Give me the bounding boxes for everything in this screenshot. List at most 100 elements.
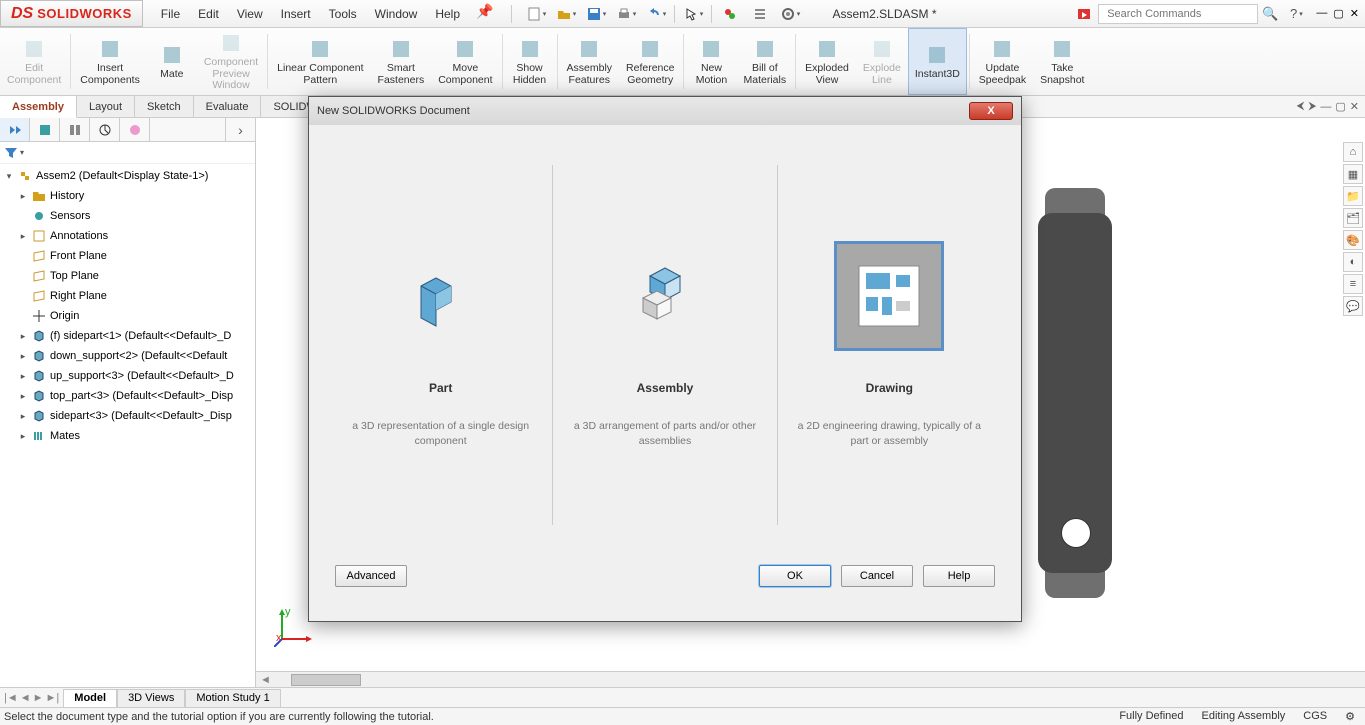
option-assembly[interactable]: Assembly a 3D arrangement of parts and/o… <box>553 135 776 555</box>
save-button[interactable] <box>582 3 610 25</box>
help-button[interactable]: Help <box>923 565 995 587</box>
expand-icon[interactable]: ▸ <box>18 371 28 382</box>
appearances-icon[interactable]: ◐ <box>1343 252 1363 272</box>
tree-item[interactable]: ▸(f) sidepart<1> (Default<<Default>_D <box>0 326 255 346</box>
ribbon-take-snapshot[interactable]: TakeSnapshot <box>1033 28 1091 95</box>
custom-props-icon[interactable]: ≡ <box>1343 274 1363 294</box>
arrow-right-icon[interactable]: ⮞ <box>1308 100 1316 113</box>
prev-icon[interactable]: ◄ <box>20 692 31 704</box>
menu-edit[interactable]: Edit <box>190 3 227 25</box>
maximize-icon[interactable]: ▢ <box>1333 7 1343 20</box>
rebuild-button[interactable] <box>716 3 744 25</box>
ribbon-show-hidden[interactable]: ShowHidden <box>505 28 555 95</box>
minimize-icon[interactable]: — <box>1316 7 1327 20</box>
pin-icon[interactable]: 📌 <box>470 3 499 25</box>
tree-item[interactable]: Sensors <box>0 206 255 226</box>
collapse-icon[interactable]: ▾ <box>4 171 14 182</box>
menu-file[interactable]: File <box>153 3 188 25</box>
horizontal-scrollbar[interactable]: ◄ <box>256 671 1365 687</box>
menu-window[interactable]: Window <box>367 3 426 25</box>
bottom-tab-motion-study-1[interactable]: Motion Study 1 <box>185 689 280 707</box>
tree-item[interactable]: ▸down_support<2> (Default<<Default <box>0 346 255 366</box>
config-manager-tab[interactable] <box>60 118 90 141</box>
tree-item[interactable]: Right Plane <box>0 286 255 306</box>
ribbon-new-motion[interactable]: NewMotion <box>686 28 736 95</box>
tree-item[interactable]: ▸top_part<3> (Default<<Default>_Disp <box>0 386 255 406</box>
library-icon[interactable]: 📁 <box>1343 186 1363 206</box>
display-manager-tab[interactable] <box>120 118 150 141</box>
expand-icon[interactable]: ▸ <box>18 231 28 242</box>
ribbon-smart-fasteners[interactable]: SmartFasteners <box>371 28 432 95</box>
restore-doc-icon[interactable]: ▢ <box>1335 100 1345 113</box>
new-button[interactable] <box>522 3 550 25</box>
ribbon-reference-geometry[interactable]: ReferenceGeometry <box>619 28 681 95</box>
ribbon-mate[interactable]: Mate <box>147 28 197 95</box>
tree-item[interactable]: ▸Mates <box>0 426 255 446</box>
bottom-tab-model[interactable]: Model <box>63 689 117 707</box>
tree-item[interactable]: ▸sidepart<3> (Default<<Default>_Disp <box>0 406 255 426</box>
expand-icon[interactable]: ▸ <box>18 431 28 442</box>
search-commands-box[interactable] <box>1098 4 1258 24</box>
last-icon[interactable]: ►| <box>46 692 60 704</box>
expand-icon[interactable]: ▸ <box>18 391 28 402</box>
tree-item[interactable]: Top Plane <box>0 266 255 286</box>
panel-expand-icon[interactable]: › <box>225 118 255 141</box>
scroll-thumb[interactable] <box>291 674 361 686</box>
close-icon[interactable]: ✕ <box>1350 7 1359 20</box>
forum-icon[interactable]: 💬 <box>1343 296 1363 316</box>
help-dropdown[interactable]: ? <box>1282 3 1310 25</box>
feature-tree[interactable]: ▾ Assem2 (Default<Display State-1>) ▸His… <box>0 164 255 687</box>
close-doc-icon[interactable]: ✕ <box>1350 100 1359 113</box>
minimize-doc-icon[interactable]: — <box>1320 101 1331 113</box>
menu-tools[interactable]: Tools <box>321 3 365 25</box>
expand-icon[interactable]: ▸ <box>18 191 28 202</box>
ribbon-bill-of-materials[interactable]: Bill ofMaterials <box>736 28 793 95</box>
advanced-button[interactable]: Advanced <box>335 565 407 587</box>
tab-layout[interactable]: Layout <box>77 96 135 117</box>
next-icon[interactable]: ► <box>33 692 44 704</box>
resources-icon[interactable]: ▦ <box>1343 164 1363 184</box>
ribbon-insert-components[interactable]: InsertComponents <box>73 28 147 95</box>
dialog-close-button[interactable]: X <box>969 102 1013 120</box>
arrow-left-icon[interactable]: ⮜ <box>1297 100 1305 113</box>
menu-help[interactable]: Help <box>427 3 468 25</box>
expand-icon[interactable]: ▸ <box>18 331 28 342</box>
dimxpert-tab[interactable] <box>90 118 120 141</box>
menu-insert[interactable]: Insert <box>273 3 319 25</box>
tree-filter-row[interactable]: ▾ <box>0 142 255 164</box>
print-button[interactable] <box>612 3 640 25</box>
options-list-button[interactable] <box>746 3 774 25</box>
tree-item[interactable]: Origin <box>0 306 255 326</box>
tree-item[interactable]: ▸up_support<3> (Default<<Default>_D <box>0 366 255 386</box>
explorer-icon[interactable]: 🗂 <box>1343 208 1363 228</box>
tab-sketch[interactable]: Sketch <box>135 96 194 117</box>
tree-item[interactable]: ▸Annotations <box>0 226 255 246</box>
select-button[interactable] <box>679 3 707 25</box>
ribbon-exploded-view[interactable]: ExplodedView <box>798 28 856 95</box>
settings-button[interactable] <box>776 3 804 25</box>
ribbon-assembly-features[interactable]: AssemblyFeatures <box>560 28 620 95</box>
home-icon[interactable]: ⌂ <box>1343 142 1363 162</box>
feature-tree-tab[interactable] <box>0 118 30 141</box>
ribbon-linear-component-pattern[interactable]: Linear ComponentPattern <box>270 28 370 95</box>
option-drawing[interactable]: Drawing a 2D engineering drawing, typica… <box>778 135 1001 555</box>
ribbon-instant-d[interactable]: Instant3D <box>908 28 967 95</box>
tree-item[interactable]: ▸History <box>0 186 255 206</box>
ok-button[interactable]: OK <box>759 565 831 587</box>
ribbon-update-speedpak[interactable]: UpdateSpeedpak <box>972 28 1033 95</box>
search-input[interactable] <box>1107 8 1253 20</box>
property-manager-tab[interactable] <box>30 118 60 141</box>
undo-button[interactable] <box>642 3 670 25</box>
scroll-left-icon[interactable]: ◄ <box>256 674 275 686</box>
expand-icon[interactable]: ▸ <box>18 351 28 362</box>
tab-assembly[interactable]: Assembly <box>0 96 77 118</box>
option-part[interactable]: Part a 3D representation of a single des… <box>329 135 552 555</box>
first-icon[interactable]: |◄ <box>4 692 18 704</box>
open-button[interactable] <box>552 3 580 25</box>
status-settings-icon[interactable]: ⚙ <box>1345 710 1355 723</box>
menu-view[interactable]: View <box>229 3 271 25</box>
dialog-title-bar[interactable]: New SOLIDWORKS Document X <box>309 97 1021 125</box>
cancel-button[interactable]: Cancel <box>841 565 913 587</box>
ribbon-move-component[interactable]: MoveComponent <box>431 28 499 95</box>
search-knowledge-icon[interactable] <box>1070 3 1098 25</box>
